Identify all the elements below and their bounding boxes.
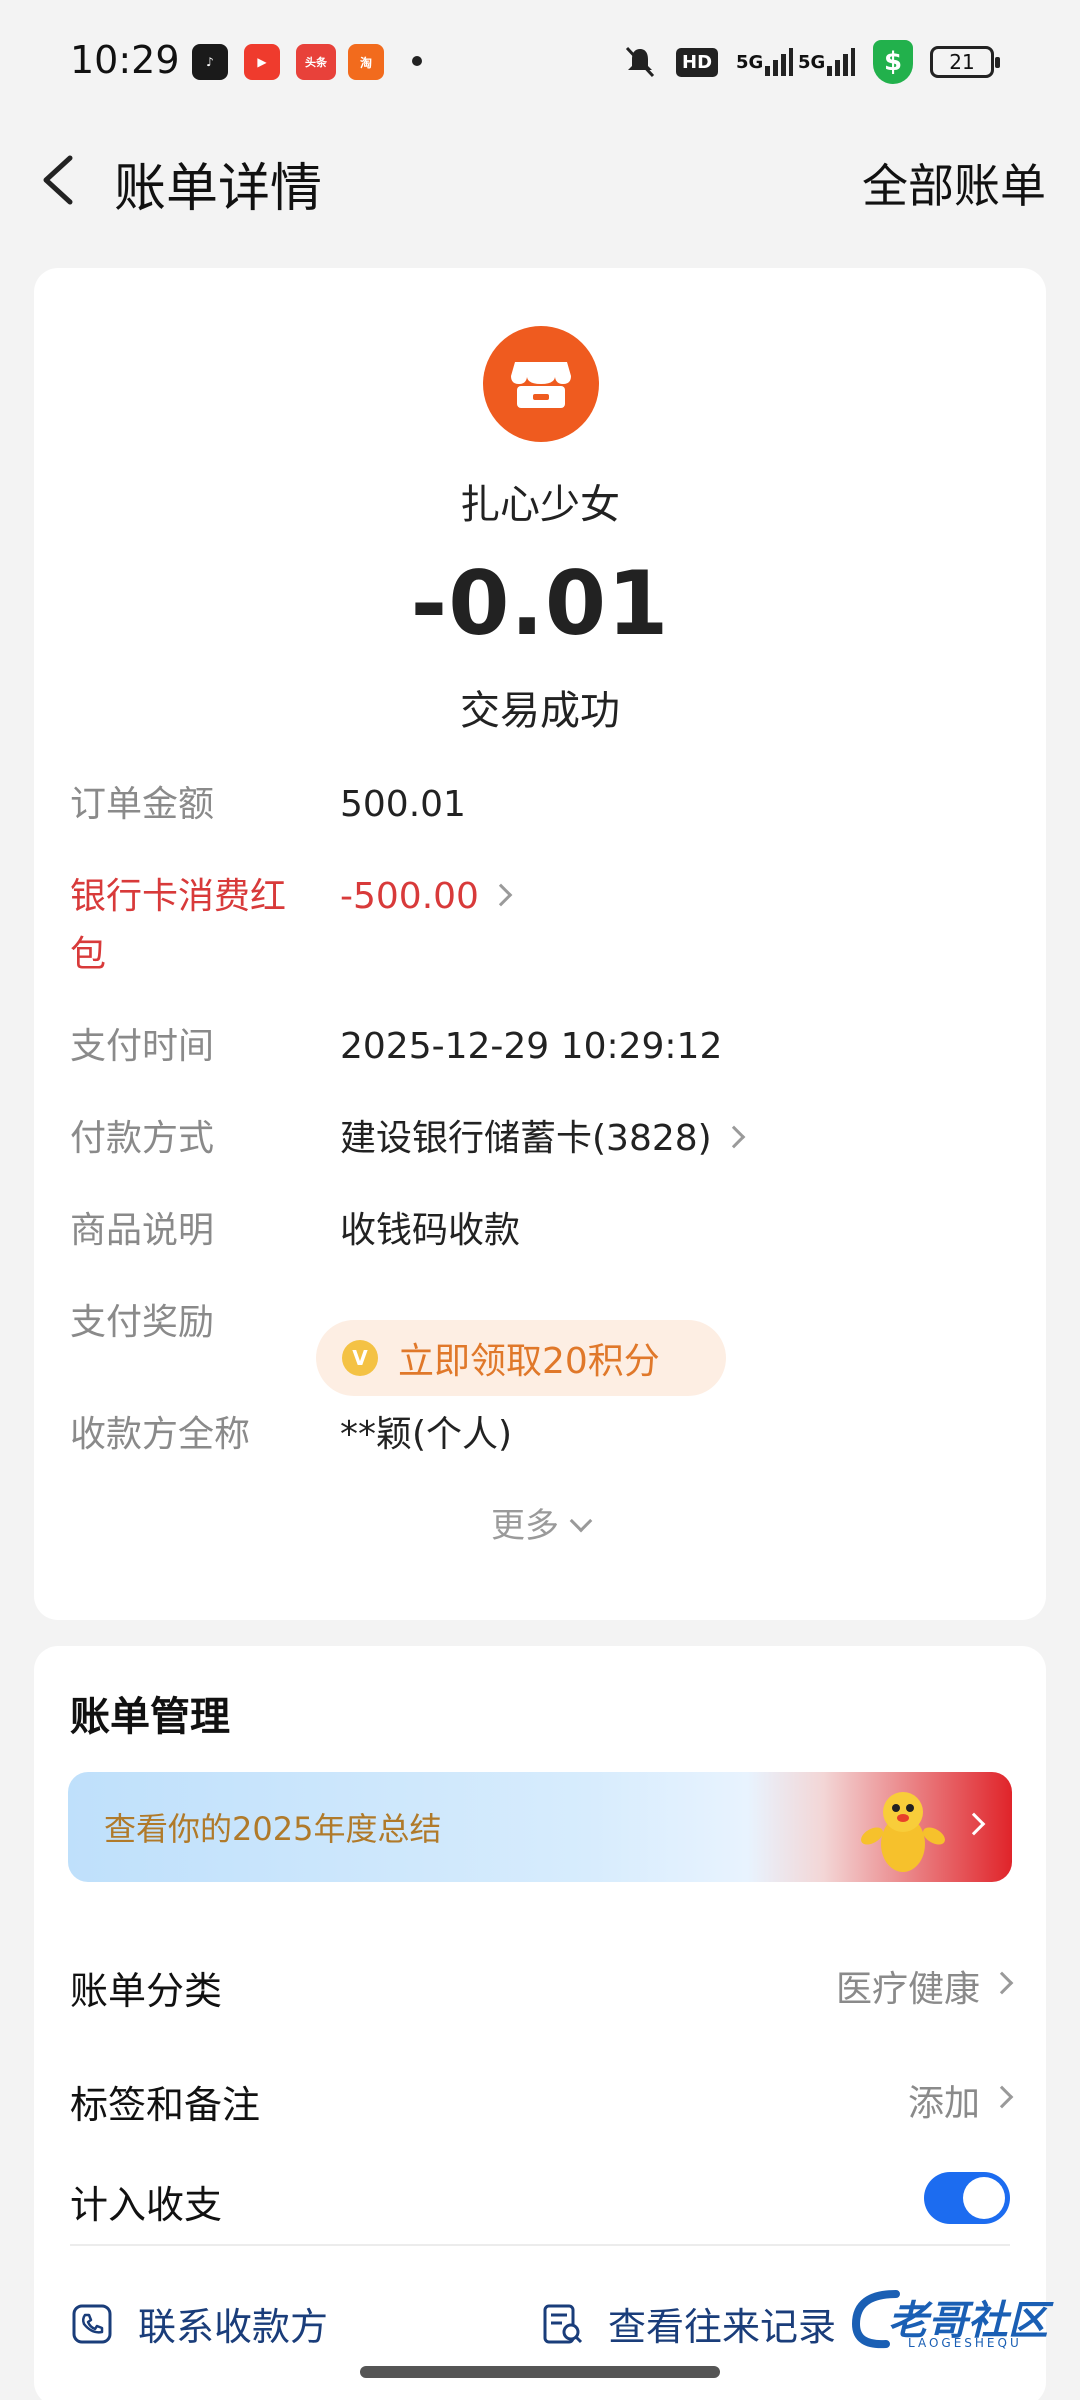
toggle-knob [963, 2177, 1005, 2219]
battery-icon: 21 [930, 46, 1000, 78]
annual-summary-text: 查看你的2025年度总结 [104, 1810, 442, 1848]
payment-time-value: 2025-12-29 10:29:12 [340, 1026, 723, 1067]
taobao-app-icon: 淘 [348, 44, 384, 80]
hd-icon: HD [676, 40, 719, 84]
tags-notes-label: 标签和备注 [70, 2083, 261, 2127]
bill-category-row[interactable]: 医疗健康 [835, 1960, 1014, 2012]
home-indicator[interactable] [360, 2366, 720, 2378]
points-coin-icon: V [342, 1340, 378, 1376]
security-shield-icon: $ [873, 40, 913, 84]
net-label-2: 5G [798, 51, 826, 73]
record-search-icon [543, 2304, 583, 2343]
chevron-right-icon [990, 2085, 1014, 2109]
watermark-logo: 老哥社区 LAOGESHEQU [846, 2280, 1076, 2360]
chevron-right-icon [489, 883, 513, 907]
product-desc-label: 商品说明 [70, 1210, 215, 1251]
payee-name-label: 收款方全称 [70, 1414, 251, 1455]
section-title: 账单管理 [70, 1694, 230, 1740]
hd-label: HD [676, 47, 719, 77]
bank-card-redpacket-row[interactable]: -500.00 [340, 868, 513, 926]
signal-icon-2: 5G [798, 40, 856, 84]
payment-method-row[interactable]: 建设银行储蓄卡(3828) [340, 1110, 746, 1168]
order-amount-label: 订单金额 [70, 784, 215, 825]
more-button[interactable]: 更多 [34, 1498, 1046, 1547]
annual-summary-banner[interactable]: 查看你的2025年度总结 [68, 1772, 1012, 1882]
payee-name-value: **颖(个人) [340, 1414, 513, 1455]
net-label-1: 5G [736, 51, 764, 73]
payment-method-value: 建设银行储蓄卡(3828) [340, 1118, 712, 1159]
notification-dot [412, 56, 422, 66]
phone-contact-icon [72, 2304, 112, 2343]
view-history-label: 查看往来记录 [608, 2305, 837, 2349]
chevron-right-icon [962, 1812, 986, 1836]
transaction-status: 交易成功 [460, 688, 620, 734]
bill-category-value: 医疗健康 [835, 1969, 980, 2010]
all-bills-link[interactable]: 全部账单 [862, 150, 1046, 216]
more-label: 更多 [491, 1506, 559, 1546]
status-time: 10:29 [70, 38, 180, 82]
bill-detail-card: 扎心少女 -0.01 交易成功 订单金额 500.01 银行卡消费红包 -500… [34, 268, 1046, 1620]
mute-icon [622, 40, 658, 84]
page-title: 账单详情 [114, 159, 323, 219]
payment-method-label: 付款方式 [70, 1118, 215, 1159]
store-icon [483, 326, 599, 442]
mascot-illustration [861, 1792, 945, 1872]
tags-notes-value: 添加 [907, 2083, 980, 2124]
toutiao-app-icon: 头条 [296, 44, 336, 80]
view-history-button[interactable]: 查看往来记录 [540, 2296, 836, 2351]
include-income-label: 计入收支 [70, 2183, 223, 2227]
include-income-toggle[interactable] [924, 2172, 1010, 2224]
back-button[interactable] [36, 150, 86, 210]
order-amount-value: 500.01 [340, 784, 466, 825]
back-arrow-icon [43, 155, 73, 205]
bill-category-label: 账单分类 [70, 1969, 223, 2013]
payment-time-label: 支付时间 [70, 1026, 215, 1067]
header: 账单详情 全部账单 [0, 130, 1080, 230]
payment-reward-label: 支付奖励 [70, 1302, 215, 1343]
chevron-right-icon [722, 1125, 746, 1149]
bank-card-redpacket-value: -500.00 [340, 876, 479, 917]
video-app-icon: ▶ [244, 44, 280, 80]
chevron-down-icon [569, 1509, 593, 1533]
claim-points-button[interactable]: V 立即领取20积分 [316, 1320, 726, 1396]
signal-icon-1: 5G [736, 40, 794, 84]
divider [70, 2244, 1010, 2246]
product-desc-value: 收钱码收款 [340, 1210, 521, 1251]
bank-card-redpacket-label: 银行卡消费红包 [70, 876, 287, 975]
watermark-subtext: LAOGESHEQU [908, 2336, 1022, 2350]
status-bar: 10:29 ♪ ▶ 头条 淘 HD 5G 5G $ 21 [0, 0, 1080, 120]
music-app-icon: ♪ [192, 44, 228, 80]
transaction-amount: -0.01 [410, 552, 670, 655]
chevron-right-icon [990, 1971, 1014, 1995]
claim-points-label: 立即领取20积分 [398, 1341, 660, 1382]
contact-payee-label: 联系收款方 [138, 2305, 329, 2349]
merchant-name: 扎心少女 [460, 482, 620, 528]
tags-notes-row[interactable]: 添加 [907, 2074, 1014, 2126]
contact-payee-button[interactable]: 联系收款方 [70, 2296, 328, 2351]
